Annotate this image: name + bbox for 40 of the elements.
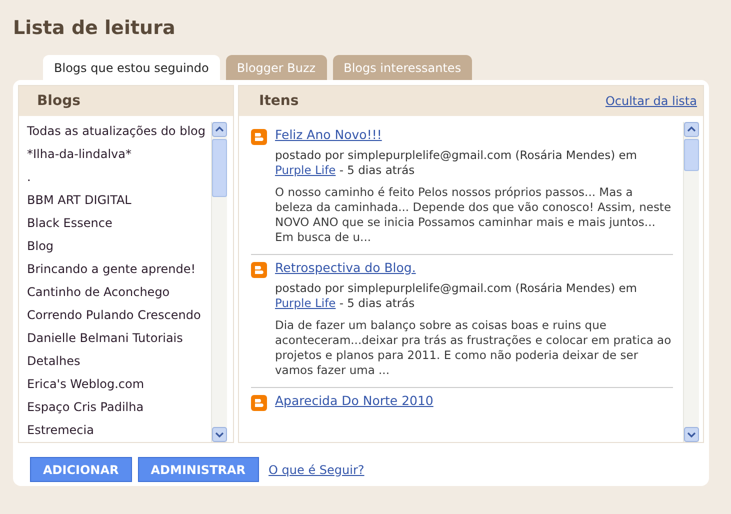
scrollbar-thumb[interactable] [684, 139, 699, 171]
page-title: Lista de leitura [13, 17, 176, 39]
blog-link[interactable]: Purple Life [275, 163, 336, 177]
blog-list-item[interactable]: Todas as atualizações do blog [27, 122, 211, 145]
post-excerpt: Dia de fazer um balanço sobre as coisas boas e ruins que aconteceram...deixar pra trás as frustrações e colocar em pratica ao projetos e planos para 2011. E como não poderia deixar de ser vamos fazer uma ... [275, 318, 672, 378]
blog-list-item[interactable]: *Ilha-da-lindalva* [27, 145, 211, 168]
post-title-link[interactable]: Feliz Ano Novo!!! [275, 127, 673, 142]
blog-list-item[interactable]: Danielle Belmani Tutoriais [27, 329, 211, 352]
scroll-up-icon[interactable] [212, 122, 227, 137]
panel-heading: Blogs [19, 86, 233, 116]
tab[interactable]: Blogs que estou seguindo [43, 55, 220, 80]
blog-list-item[interactable]: Estremecia [27, 421, 211, 442]
scrollbar[interactable] [211, 122, 227, 442]
post-title-link[interactable]: Retrospectiva do Blog. [275, 260, 673, 275]
scrollbar[interactable] [683, 122, 699, 442]
post-byline: postado por simplepurplelife@gmail.com (Rosária Mendes) em Purple Life - 5 dias atrás [275, 281, 638, 311]
post-icon [251, 129, 267, 145]
scroll-down-icon[interactable] [212, 427, 227, 442]
scrollbar-thumb[interactable] [212, 139, 227, 197]
post-icon [251, 262, 267, 278]
scroll-down-icon[interactable] [684, 427, 699, 442]
blog-list-item[interactable]: . [27, 168, 211, 191]
blog-link[interactable]: Purple Life [275, 296, 336, 310]
post-icon [251, 395, 267, 411]
blog-list-item[interactable]: Blog [27, 237, 211, 260]
blog-list-item[interactable]: Erica's Weblog.com [27, 375, 211, 398]
blog-list-item[interactable]: Detalhes [27, 352, 211, 375]
hide-from-list-link[interactable]: Ocultar da lista [605, 94, 697, 108]
blog-list-item[interactable]: Brincando a gente aprende! [27, 260, 211, 283]
post-excerpt: O nosso caminho é feito Pelos nossos próprios passos... Mas a beleza da caminhada... Depende dos que vão conosco! Assim, neste NOVO ANO que se inicia Possamos caminhar mais e mais juntos... Em busca de u... [275, 185, 672, 245]
blog-list-item[interactable]: Cantinho de Aconchego [27, 283, 211, 306]
panel-heading: Itens [259, 93, 299, 109]
post-byline: postado por simplepurplelife@gmail.com (Rosária Mendes) em Purple Life - 5 dias atrás [275, 148, 638, 178]
help-link[interactable]: O que é Seguir? [268, 462, 364, 476]
blog-list-item[interactable]: Espaço Cris Padilha [27, 398, 211, 421]
blog-list-item[interactable]: Black Essence [27, 214, 211, 237]
post-title-link[interactable]: Aparecida Do Norte 2010 [275, 393, 673, 408]
scroll-up-icon[interactable] [684, 122, 699, 137]
blog-list-item[interactable]: BBM ART DIGITAL [27, 191, 211, 214]
blog-list-item[interactable]: Correndo Pulando Crescendo [27, 306, 211, 329]
